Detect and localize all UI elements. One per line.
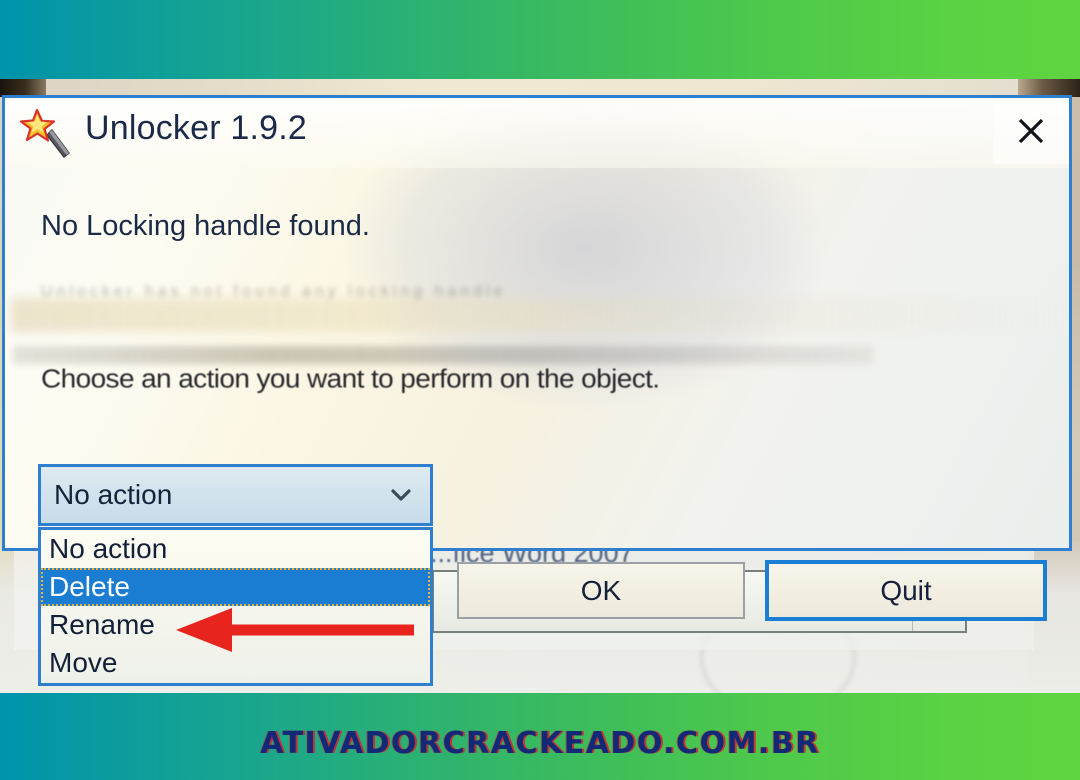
action-combobox-value: No action [54,479,173,510]
dropdown-option-label: Delete [49,571,130,602]
dropdown-option-move[interactable]: Move [41,644,430,682]
dropdown-option-label: Move [49,647,118,678]
quit-button-label: Quit [880,574,932,606]
message-instruction: Choose an action you want to perform on … [41,364,660,393]
watermark-text: ativadorcrackeado.com.br [260,726,820,761]
magic-wand-icon [19,108,75,160]
compression-smear-streak [13,346,873,364]
ok-button-label: OK [580,574,622,606]
close-icon[interactable] [993,98,1069,164]
top-banner [0,0,1080,79]
action-combobox[interactable]: No action [38,464,433,526]
dropdown-option-no-action[interactable]: No action [41,530,430,568]
message-ghost-line: Unlocker has not found any locking handl… [41,283,507,300]
dialog-title: Unlocker 1.9.2 [85,109,308,147]
dialog-titlebar: Unlocker 1.9.2 [5,98,1069,168]
dropdown-option-delete[interactable]: Delete [41,568,430,606]
chevron-down-icon [388,482,414,508]
dropdown-option-label: Rename [49,609,155,640]
screenshot-stage: ...fice Word 2007 Unlocker 1.9.2 No Lock… [0,0,1080,780]
dropdown-option-label: No action [49,533,168,564]
dropdown-option-rename[interactable]: Rename [41,606,430,644]
message-primary: No Locking handle found. [41,210,370,242]
ok-button[interactable]: OK [457,562,745,619]
quit-button[interactable]: Quit [765,560,1047,621]
action-dropdown-list[interactable]: No action Delete Rename Move [38,527,433,686]
